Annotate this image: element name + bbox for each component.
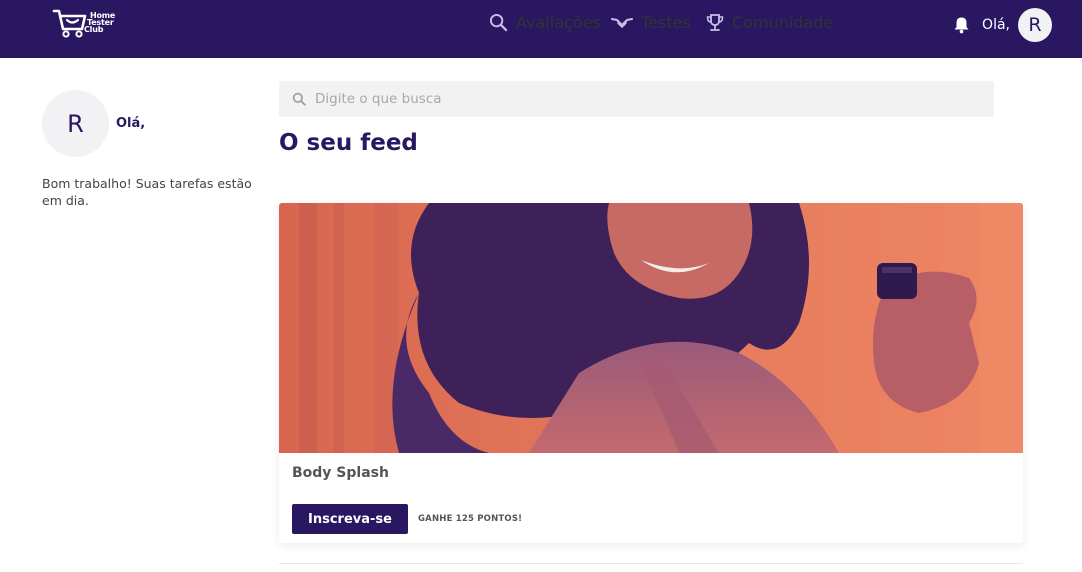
home-tester-club-logo[interactable]: Home Tester Club (52, 7, 132, 41)
status-message: Bom trabalho! Suas tarefas estão em dia. (42, 176, 252, 208)
card-title: Body Splash (292, 465, 389, 481)
sidebar-greeting: Olá, (116, 116, 146, 131)
nav-label-comunidade: Comunidade (732, 13, 834, 32)
subscribe-button[interactable]: Inscreva-se (292, 504, 408, 534)
nav-label-testes: Testes (641, 13, 691, 32)
profile-sidebar: R Olá, Bom trabalho! Suas tarefas estão … (42, 90, 262, 209)
product-promo-image[interactable] (279, 203, 1023, 453)
search-bar (279, 81, 994, 117)
page-title: O seu feed (279, 130, 418, 156)
trophy-icon (706, 14, 724, 31)
top-greeting: Olá, (982, 17, 1010, 33)
sidebar-avatar[interactable]: R (42, 90, 109, 157)
top-navigation-bar: Home Tester Club Avaliações Testes Comun… (0, 0, 1082, 58)
logo-wordmark: Home Tester Club (84, 12, 115, 34)
feed-card: Body Splash Inscreva-se GANHE 125 PONTOS… (279, 203, 1023, 543)
user-menu: Olá, R (953, 8, 1052, 42)
divider (279, 563, 1023, 564)
card-footer: Inscreva-se GANHE 125 PONTOS! (292, 504, 522, 534)
search-icon (292, 92, 306, 106)
nav-item-avaliacoes[interactable]: Avaliações (489, 13, 601, 32)
nav-item-testes[interactable]: Testes (611, 13, 691, 32)
points-label: GANHE 125 PONTOS! (418, 514, 523, 524)
bell-icon[interactable] (953, 16, 970, 34)
search-input[interactable] (315, 91, 955, 107)
hands-icon (611, 17, 633, 28)
sidebar-avatar-initial: R (67, 109, 84, 138)
top-avatar[interactable]: R (1018, 8, 1052, 42)
top-avatar-initial: R (1028, 14, 1042, 36)
nav-item-comunidade[interactable]: Comunidade (706, 13, 833, 32)
cart-logo-icon (52, 9, 87, 38)
logo-word-club: Club (84, 25, 104, 34)
nav-label-avaliacoes: Avaliações (516, 13, 601, 32)
search-icon (489, 13, 508, 32)
